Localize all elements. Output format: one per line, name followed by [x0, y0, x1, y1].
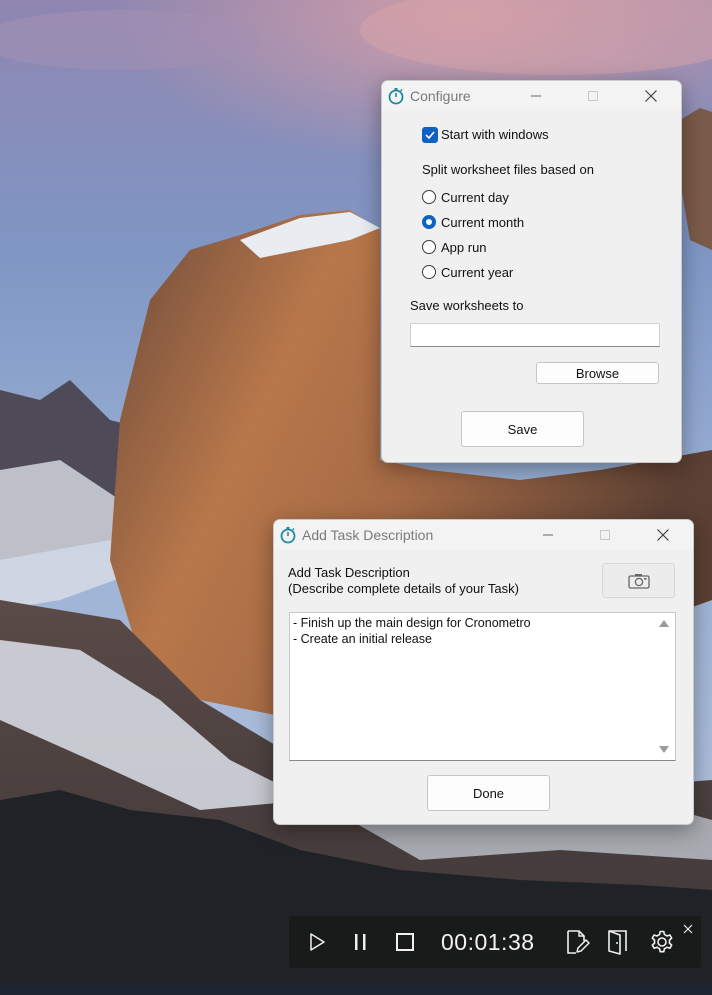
- timer-bar: 00:01:38: [289, 916, 701, 968]
- minimize-button[interactable]: [525, 520, 571, 550]
- scroll-down-arrow[interactable]: [659, 746, 669, 753]
- task-titlebar[interactable]: Add Task Description: [274, 520, 693, 550]
- maximize-icon: [588, 91, 598, 101]
- pause-icon: [355, 934, 366, 950]
- radio-current-day[interactable]: [422, 190, 436, 204]
- close-timer-bar-button[interactable]: [682, 922, 696, 936]
- open-door-icon: [608, 930, 627, 955]
- settings-button[interactable]: [646, 926, 678, 958]
- split-heading: Split worksheet files based on: [422, 162, 594, 177]
- maximize-icon: [600, 530, 610, 540]
- browse-button[interactable]: Browse: [536, 362, 659, 384]
- checkmark-icon: [425, 131, 435, 140]
- taskbar-strip: [0, 984, 712, 995]
- configure-window: Configure Start with windows Split works…: [381, 80, 682, 463]
- textarea-scrollbar[interactable]: [655, 613, 675, 760]
- radio-current-month[interactable]: [422, 215, 436, 229]
- close-icon: [657, 529, 669, 541]
- radio-current-year-label: Current year: [441, 265, 514, 280]
- save-button[interactable]: Save: [461, 411, 584, 447]
- play-icon: [310, 933, 325, 951]
- task-description-window: Add Task Description Add Task Descriptio…: [273, 519, 694, 825]
- maximize-button[interactable]: [570, 81, 616, 111]
- edit-document-icon: [567, 930, 590, 954]
- close-icon: [645, 90, 657, 102]
- stop-button[interactable]: [389, 926, 421, 958]
- camera-icon: [627, 573, 650, 589]
- radio-app-run-label: App run: [441, 240, 487, 255]
- task-subheading: (Describe complete details of your Task): [288, 581, 519, 596]
- task-description-textarea[interactable]: - Finish up the main design for Cronomet…: [289, 612, 676, 761]
- elapsed-time: 00:01:38: [441, 929, 535, 955]
- save-path-input[interactable]: [410, 323, 660, 347]
- pause-button[interactable]: [345, 926, 377, 958]
- close-button[interactable]: [628, 81, 674, 111]
- gear-icon: [651, 930, 673, 953]
- description-line: - Create an initial release: [293, 632, 432, 646]
- configure-titlebar[interactable]: Configure: [382, 81, 681, 111]
- window-title: Add Task Description: [302, 527, 434, 543]
- stop-icon: [396, 933, 414, 951]
- done-button[interactable]: Done: [427, 775, 550, 811]
- open-folder-button[interactable]: [602, 926, 634, 958]
- screenshot-button[interactable]: [602, 563, 675, 598]
- start-with-windows-label: Start with windows: [441, 127, 549, 142]
- window-title: Configure: [410, 88, 471, 104]
- save-to-label: Save worksheets to: [410, 298, 524, 313]
- radio-app-run[interactable]: [422, 240, 436, 254]
- minimize-icon: [543, 534, 553, 536]
- task-heading: Add Task Description: [288, 565, 410, 580]
- close-icon: [683, 924, 693, 934]
- close-button[interactable]: [640, 520, 686, 550]
- scroll-up-arrow[interactable]: [659, 620, 669, 627]
- radio-current-month-label: Current month: [441, 215, 525, 230]
- stopwatch-icon: [280, 527, 296, 544]
- start-with-windows-checkbox[interactable]: [422, 127, 438, 143]
- description-line: - Finish up the main design for Cronomet…: [293, 616, 531, 630]
- minimize-icon: [531, 95, 541, 97]
- play-button[interactable]: [301, 926, 333, 958]
- minimize-button[interactable]: [513, 81, 559, 111]
- maximize-button[interactable]: [582, 520, 628, 550]
- radio-current-year[interactable]: [422, 265, 436, 279]
- radio-current-day-label: Current day: [441, 190, 509, 205]
- stopwatch-icon: [388, 88, 404, 105]
- edit-task-button[interactable]: [561, 926, 593, 958]
